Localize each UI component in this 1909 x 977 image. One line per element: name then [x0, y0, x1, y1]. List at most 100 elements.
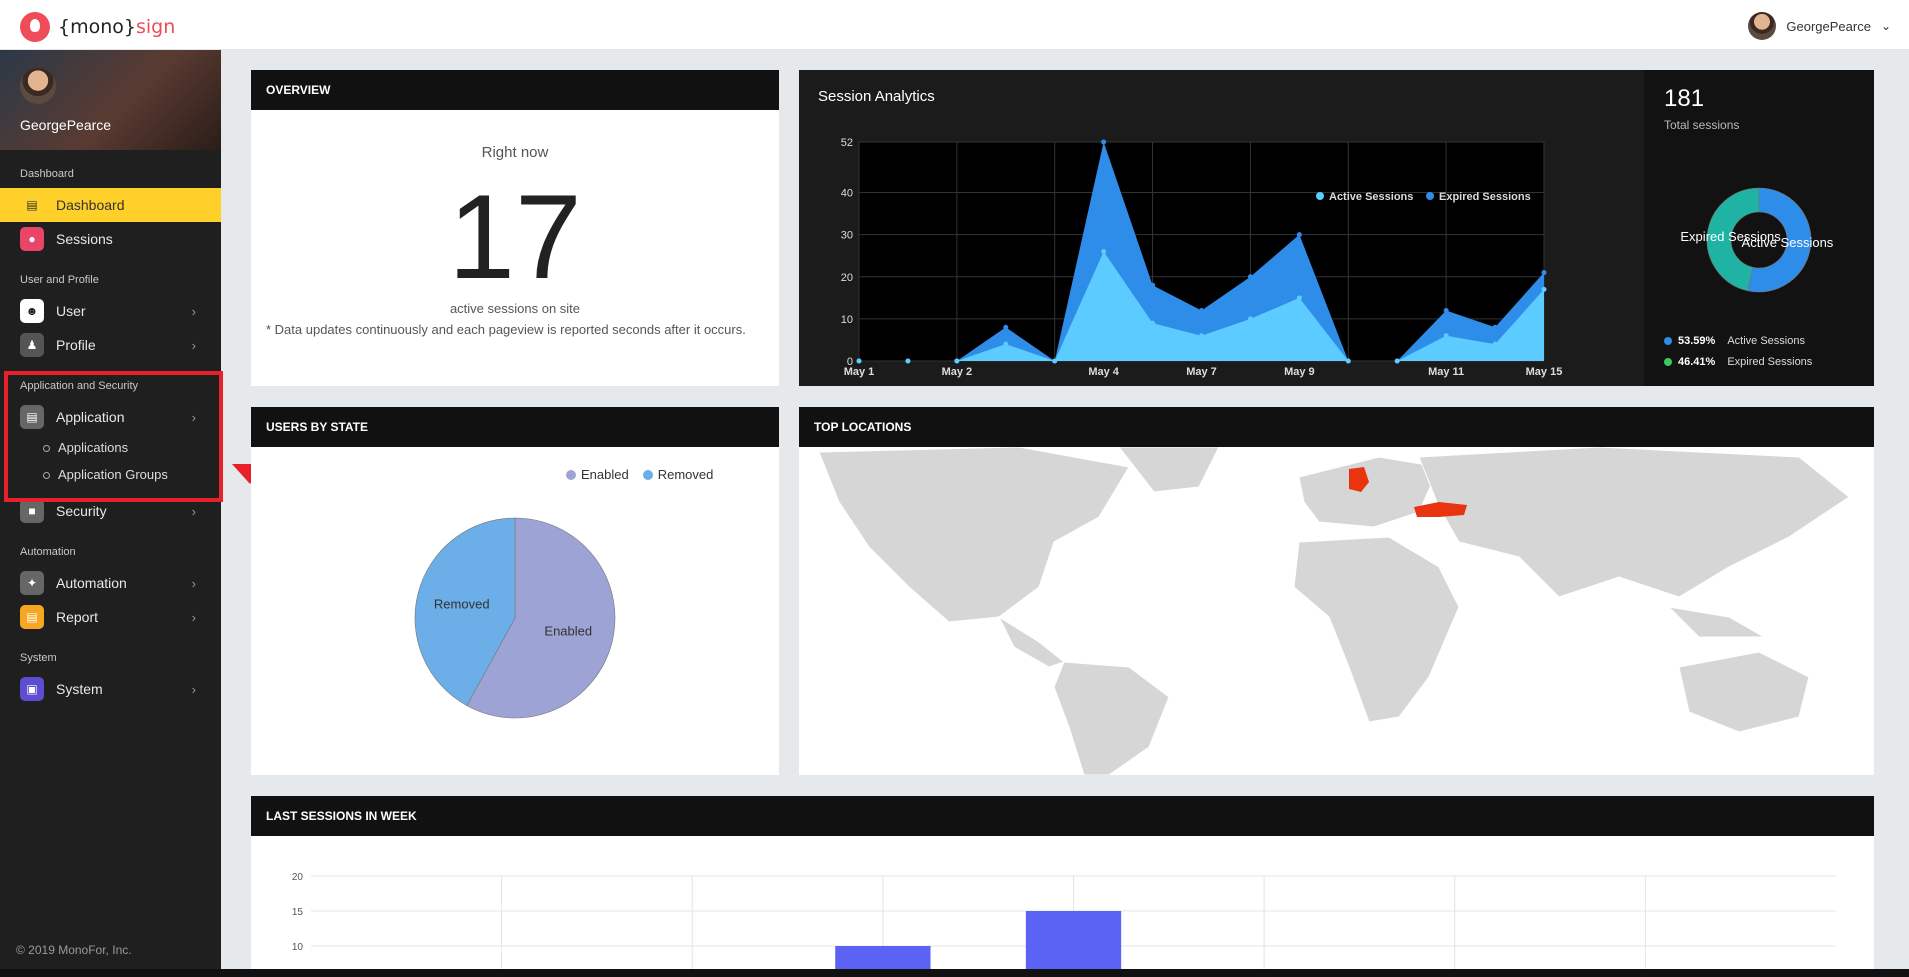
avatar[interactable]: [20, 68, 56, 104]
logo-brand: sign: [135, 16, 176, 38]
x-tick-label: May 9: [1284, 366, 1315, 378]
legend-expired-dot-icon: [1426, 192, 1434, 200]
expired-label: Expired Sessions: [1727, 356, 1813, 368]
y-tick-label: 15: [292, 907, 304, 918]
overview-panel: OVERVIEW Right now 17 active sessions on…: [251, 70, 779, 386]
sidebar: GeorgePearce Dashboard ▤ Dashboard ● Ses…: [0, 50, 221, 977]
magic-wand-icon: ✦: [20, 571, 44, 595]
top-bar: {mono}sign GeorgePearce ⌄: [0, 0, 1909, 50]
x-tick-label: May 4: [1088, 366, 1119, 378]
data-point: [856, 358, 862, 364]
data-point: [1541, 270, 1547, 276]
data-point: [1003, 341, 1009, 347]
total-sessions-value: 181: [1664, 85, 1705, 112]
world-map[interactable]: [799, 447, 1874, 775]
sidebar-item-label: Profile: [56, 337, 96, 353]
data-point: [1492, 341, 1498, 347]
right-now-label: Right now: [481, 144, 549, 161]
top-locations-panel: TOP LOCATIONS: [799, 407, 1874, 775]
sessions-donut-chart: Active SessionsExpired Sessions: [1680, 187, 1834, 293]
user-menu[interactable]: GeorgePearce ⌄: [1748, 12, 1891, 40]
sidebar-item-report[interactable]: ▤ Report ›: [0, 600, 221, 634]
y-tick-label: 30: [841, 230, 853, 242]
data-point: [1101, 249, 1107, 254]
legend-active-dot-icon: [1316, 192, 1324, 200]
data-point: [1247, 274, 1253, 280]
sidebar-item-label: Report: [56, 609, 99, 625]
x-tick-label: May 15: [1526, 366, 1563, 378]
last-sessions-title: LAST SESSIONS IN WEEK: [251, 796, 1874, 836]
bulb-logo-icon: [20, 12, 50, 42]
chevron-down-icon: ⌄: [1880, 19, 1891, 33]
section-automation: Automation: [20, 546, 76, 558]
slice-label: Removed: [434, 596, 490, 611]
active-label: Active Sessions: [1727, 335, 1805, 347]
report-chart-icon: ▤: [20, 605, 44, 629]
monosign-logo[interactable]: {mono}sign: [20, 12, 175, 42]
data-point: [1345, 358, 1351, 364]
sidebar-item-profile[interactable]: ♟ Profile ›: [0, 328, 221, 362]
active-dot-icon: [1664, 337, 1672, 345]
sidebar-profile: GeorgePearce: [0, 50, 221, 150]
lock-icon: ■: [20, 499, 44, 523]
overview-note: * Data updates continuously and each pag…: [266, 322, 746, 337]
sidebar-item-label: Automation: [56, 575, 127, 591]
users-pie-chart: Enabled Removed: [414, 517, 616, 719]
user-menu-name: GeorgePearce: [1786, 18, 1871, 34]
data-point: [1199, 333, 1204, 339]
slice-label: Expired Sessions: [1680, 229, 1781, 244]
data-point: [1003, 324, 1009, 330]
section-user-profile: User and Profile: [20, 274, 99, 286]
legend-active-sessions: 53.59% Active Sessions: [1664, 335, 1805, 347]
bar-chart-icon: ▤: [26, 198, 38, 212]
total-sessions-sidebar: 181 Total sessions Active Sessions Expire…: [1644, 70, 1874, 386]
logo-prefix: {mono}: [58, 16, 136, 38]
sidebar-item-label: User: [56, 303, 86, 319]
y-tick-label: 40: [841, 188, 853, 200]
slice-label: Enabled: [544, 624, 592, 639]
chevron-right-icon: ›: [191, 576, 196, 591]
overview-title: OVERVIEW: [251, 70, 779, 110]
legend-active-label: Active Sessions: [1329, 191, 1413, 203]
sidebar-item-system[interactable]: ▣ System ›: [0, 672, 221, 706]
data-point: [1296, 232, 1302, 238]
chevron-right-icon: ›: [191, 610, 196, 625]
y-tick-label: 52: [841, 137, 853, 149]
data-point: [1199, 307, 1204, 313]
sidebar-item-label: Security: [56, 503, 107, 519]
sidebar-item-user[interactable]: ☻ User ›: [0, 294, 221, 328]
active-pct: 53.59%: [1678, 335, 1716, 347]
data-point: [954, 358, 960, 364]
section-system: System: [20, 652, 57, 664]
sidebar-item-label: System: [56, 681, 103, 697]
x-tick-label: May 2: [942, 366, 973, 378]
section-dashboard: Dashboard: [20, 168, 74, 180]
active-session-count: 17: [448, 170, 582, 304]
chevron-right-icon: ›: [191, 304, 196, 319]
bottom-strip: [0, 969, 1909, 977]
data-point: [1150, 320, 1156, 326]
legend-expired-label: Expired Sessions: [1439, 191, 1531, 203]
y-tick-label: 10: [292, 942, 304, 953]
sidebar-item-automation[interactable]: ✦ Automation ›: [0, 566, 221, 600]
top-locations-title: TOP LOCATIONS: [799, 407, 1874, 447]
chevron-right-icon: ›: [191, 504, 196, 519]
users-icon: ☻: [20, 299, 44, 323]
x-tick-label: May 1: [844, 366, 875, 378]
data-point: [1247, 316, 1253, 322]
users-by-state-title: USERS BY STATE: [251, 407, 779, 447]
session-area-chart: 01020304052May 1 May 2 May 4 May 7 May 9 May …: [841, 137, 1563, 378]
data-point: [1394, 358, 1400, 364]
expired-dot-icon: [1664, 358, 1672, 366]
data-point: [1443, 333, 1449, 339]
data-point: [1296, 295, 1302, 301]
sessions-icon: ●: [20, 227, 44, 251]
data-point: [1052, 358, 1058, 364]
copyright: © 2019 MonoFor, Inc.: [16, 943, 132, 957]
data-point: [1443, 307, 1449, 313]
legend-expired-sessions: 46.41% Expired Sessions: [1664, 356, 1812, 368]
sidebar-item-sessions[interactable]: ● Sessions: [0, 222, 221, 256]
data-point: [1101, 139, 1107, 145]
sidebar-item-dashboard[interactable]: ▤ Dashboard: [0, 188, 221, 222]
data-point: [1492, 324, 1498, 330]
